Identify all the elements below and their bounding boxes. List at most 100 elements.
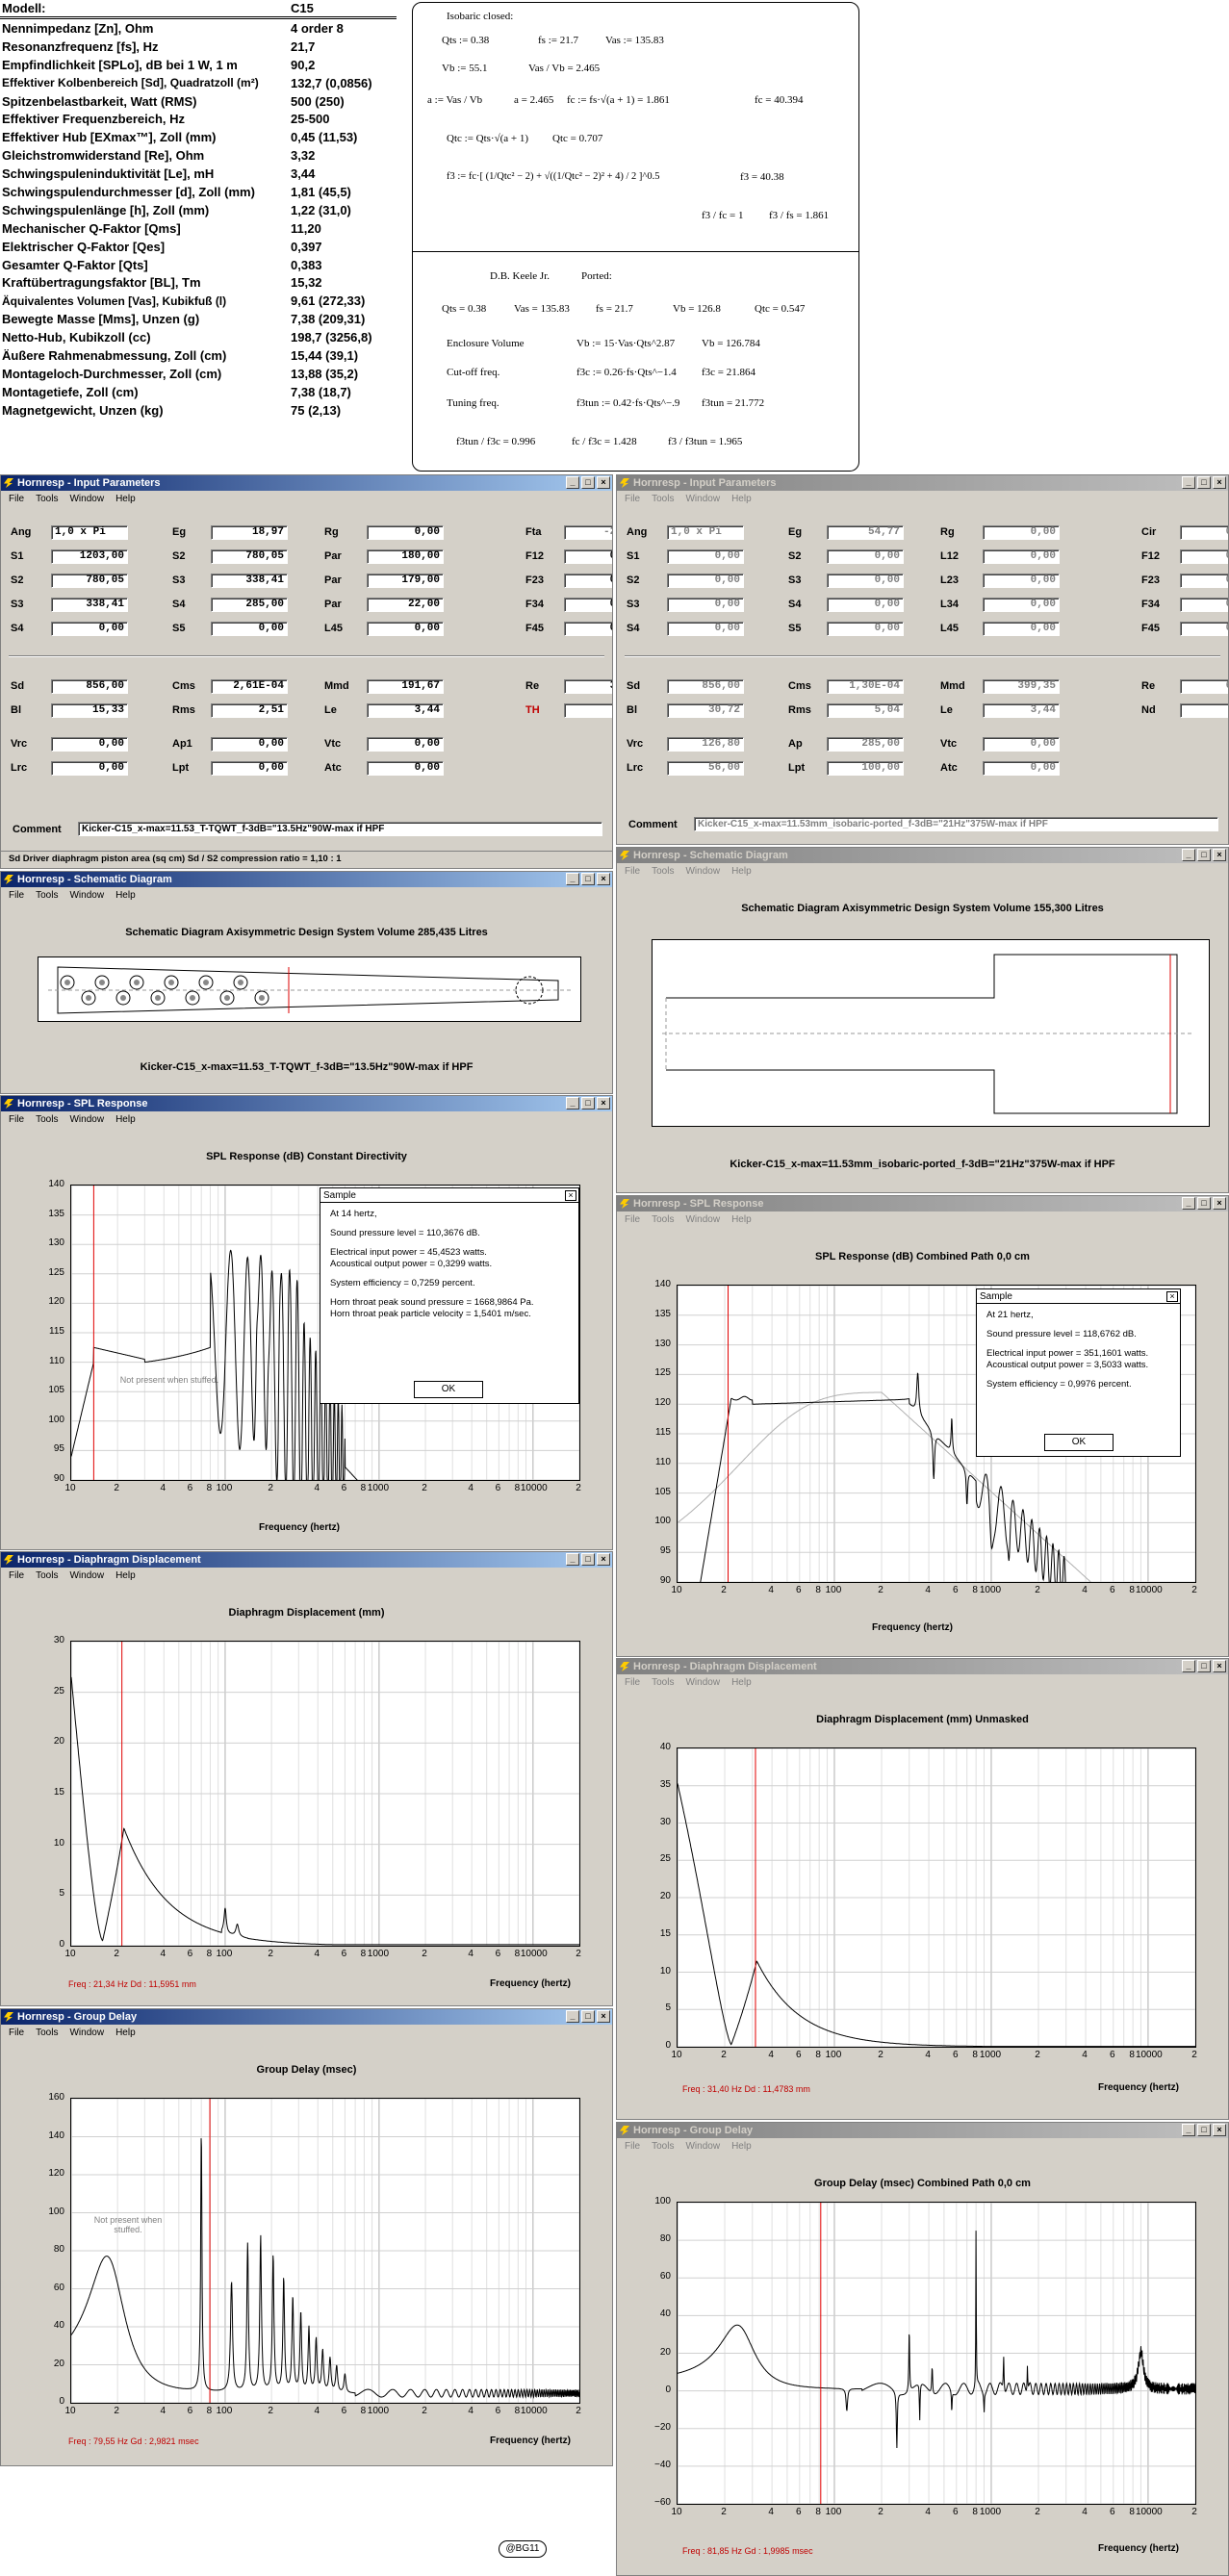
param-field-l34[interactable]: 0,00 xyxy=(983,598,1060,612)
menu-help[interactable]: Help xyxy=(731,494,752,504)
maximize-button[interactable]: □ xyxy=(1197,1660,1211,1672)
param-field-s4[interactable]: 285,00 xyxy=(211,598,288,612)
param-field-f23[interactable]: 0,00 xyxy=(564,574,612,588)
menu-tools[interactable]: Tools xyxy=(36,494,58,504)
menu-file[interactable]: File xyxy=(9,890,24,901)
param-field-s2[interactable]: 780,05 xyxy=(211,549,288,564)
titlebar[interactable]: Hornresp - Diaphragm Displacement _ □ × xyxy=(1,1552,612,1568)
menu-help[interactable]: Help xyxy=(115,494,136,504)
titlebar[interactable]: Hornresp - Schematic Diagram _ □ × xyxy=(617,848,1228,863)
menu-file[interactable]: File xyxy=(625,1214,640,1225)
menu-window[interactable]: Window xyxy=(685,2141,720,2152)
param-field-rms[interactable]: 5,04 xyxy=(827,703,904,718)
minimize-button[interactable]: _ xyxy=(566,1097,579,1109)
minimize-button[interactable]: _ xyxy=(1182,1660,1195,1672)
menu-tools[interactable]: Tools xyxy=(36,890,58,901)
menu-tools[interactable]: Tools xyxy=(36,1114,58,1125)
param-field-re[interactable]: 3,32 xyxy=(564,679,612,694)
menu-window[interactable]: Window xyxy=(685,866,720,877)
menu-help[interactable]: Help xyxy=(731,866,752,877)
param-field-s5[interactable]: 0,00 xyxy=(211,622,288,636)
minimize-button[interactable]: _ xyxy=(1182,849,1195,861)
param-field-l45[interactable]: 0,00 xyxy=(983,622,1060,636)
minimize-button[interactable]: _ xyxy=(566,476,579,489)
param-field-rms[interactable]: 2,51 xyxy=(211,703,288,718)
param-field-sd[interactable]: 856,00 xyxy=(51,679,128,694)
menu-window[interactable]: Window xyxy=(69,494,104,504)
menu-file[interactable]: File xyxy=(9,1570,24,1581)
param-field-par[interactable]: 180,00 xyxy=(367,549,444,564)
param-field-cir[interactable]: 0,00 xyxy=(1180,525,1228,540)
param-field-vtc[interactable]: 0,00 xyxy=(983,737,1060,752)
param-field-rg[interactable]: 0,00 xyxy=(367,525,444,540)
menu-help[interactable]: Help xyxy=(115,1570,136,1581)
close-button[interactable]: × xyxy=(597,476,610,489)
displacement-plot-area[interactable] xyxy=(70,1641,580,1947)
param-field-s3[interactable]: 338,41 xyxy=(51,598,128,612)
menu-tools[interactable]: Tools xyxy=(36,1570,58,1581)
minimize-button[interactable]: _ xyxy=(1182,476,1195,489)
menu-file[interactable]: File xyxy=(9,2028,24,2038)
comment-input[interactable]: Kicker-C15_x-max=11.53_T-TQWT_f-3dB="13.… xyxy=(78,822,602,836)
menu-help[interactable]: Help xyxy=(731,1214,752,1225)
close-button[interactable]: × xyxy=(597,2010,610,2023)
dialog-close-icon[interactable]: × xyxy=(1166,1290,1178,1302)
menu-file[interactable]: File xyxy=(9,1114,24,1125)
param-field-lpt[interactable]: 100,00 xyxy=(827,761,904,776)
param-field-s2[interactable]: 0,00 xyxy=(827,549,904,564)
param-field-s4[interactable]: 0,00 xyxy=(667,622,744,636)
maximize-button[interactable]: □ xyxy=(581,2010,595,2023)
param-field-s2[interactable]: 0,00 xyxy=(667,574,744,588)
menu-file[interactable]: File xyxy=(625,2141,640,2152)
titlebar[interactable]: Hornresp - Group Delay _ □ × xyxy=(1,2009,612,2025)
minimize-button[interactable]: _ xyxy=(566,873,579,885)
menu-help[interactable]: Help xyxy=(115,1114,136,1125)
param-field-s3[interactable]: 338,41 xyxy=(211,574,288,588)
param-field-s5[interactable]: 0,00 xyxy=(827,622,904,636)
param-field-cms[interactable]: 1,30E-04 xyxy=(827,679,904,694)
param-field-f45[interactable]: 0,00 xyxy=(1180,622,1228,636)
param-field-f12[interactable]: 0,00 xyxy=(1180,549,1228,564)
menu-tools[interactable]: Tools xyxy=(36,2028,58,2038)
menu-tools[interactable]: Tools xyxy=(652,2141,674,2152)
param-field-ap1[interactable]: 0,00 xyxy=(211,737,288,752)
maximize-button[interactable]: □ xyxy=(581,1097,595,1109)
param-field-atc[interactable]: 0,00 xyxy=(367,761,444,776)
param-field-sd[interactable]: 856,00 xyxy=(667,679,744,694)
param-field-l45[interactable]: 0,00 xyxy=(367,622,444,636)
maximize-button[interactable]: □ xyxy=(1197,849,1211,861)
menu-window[interactable]: Window xyxy=(69,890,104,901)
param-field-bl[interactable]: 30,72 xyxy=(667,703,744,718)
param-field-re[interactable]: 6,64 xyxy=(1180,679,1228,694)
param-field-s3[interactable]: 0,00 xyxy=(827,574,904,588)
comment-input[interactable]: Kicker-C15_x-max=11.53mm_isobaric-ported… xyxy=(694,817,1218,831)
param-field-s1[interactable]: 0,00 xyxy=(667,549,744,564)
close-button[interactable]: × xyxy=(1213,476,1226,489)
dialog-titlebar[interactable]: Sample × xyxy=(977,1289,1180,1304)
close-button[interactable]: × xyxy=(1213,1660,1226,1672)
param-field-par[interactable]: 22,00 xyxy=(367,598,444,612)
param-field-s2[interactable]: 780,05 xyxy=(51,574,128,588)
param-field-vrc[interactable]: 126,80 xyxy=(667,737,744,752)
menu-window[interactable]: Window xyxy=(69,1114,104,1125)
param-field-l12[interactable]: 0,00 xyxy=(983,549,1060,564)
menu-file[interactable]: File xyxy=(625,494,640,504)
param-field-ang[interactable]: 1,0 x Pi xyxy=(51,525,128,540)
menu-window[interactable]: Window xyxy=(685,494,720,504)
dialog-ok-button[interactable]: OK xyxy=(414,1381,483,1398)
param-field-f45[interactable]: 0,00 xyxy=(564,622,612,636)
menu-help[interactable]: Help xyxy=(115,2028,136,2038)
param-field-eg[interactable]: 18,97 xyxy=(211,525,288,540)
menu-window[interactable]: Window xyxy=(685,1677,720,1688)
param-field-rg[interactable]: 0,00 xyxy=(983,525,1060,540)
menu-file[interactable]: File xyxy=(625,866,640,877)
titlebar[interactable]: Hornresp - SPL Response _ □ × xyxy=(617,1196,1228,1211)
close-button[interactable]: × xyxy=(597,1097,610,1109)
param-field-atc[interactable]: 0,00 xyxy=(983,761,1060,776)
maximize-button[interactable]: □ xyxy=(581,1553,595,1566)
param-field-vtc[interactable]: 0,00 xyxy=(367,737,444,752)
param-field-th[interactable]: 1 xyxy=(564,703,612,718)
minimize-button[interactable]: _ xyxy=(566,2010,579,2023)
titlebar[interactable]: Hornresp - Diaphragm Displacement _ □ × xyxy=(617,1659,1228,1674)
dialog-close-icon[interactable]: × xyxy=(565,1189,576,1201)
